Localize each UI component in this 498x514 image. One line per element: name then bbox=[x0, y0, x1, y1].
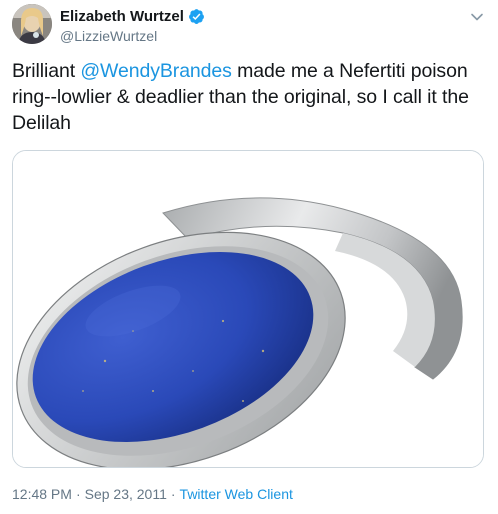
author-names: Elizabeth Wurtzel @LizzieWurtzel bbox=[60, 7, 205, 44]
tweet-time[interactable]: 12:48 PM bbox=[12, 486, 72, 502]
tweet-date[interactable]: Sep 23, 2011 bbox=[85, 486, 167, 502]
profile-avatar-icon bbox=[12, 4, 52, 44]
mention-link[interactable]: @WendyBrandes bbox=[80, 60, 232, 82]
display-name[interactable]: Elizabeth Wurtzel bbox=[60, 8, 184, 25]
display-name-row: Elizabeth Wurtzel bbox=[60, 7, 205, 25]
lapis-silver-ring-image bbox=[13, 151, 483, 467]
tweet: Elizabeth Wurtzel @LizzieWurtzel Brillia… bbox=[0, 0, 498, 514]
chevron-down-icon[interactable] bbox=[470, 10, 484, 24]
meta-separator: · bbox=[75, 486, 81, 502]
tweet-text: Brilliant @WendyBrandes made me a Nefert… bbox=[12, 58, 482, 136]
meta-separator: · bbox=[170, 486, 176, 502]
avatar[interactable] bbox=[12, 4, 52, 44]
user-handle[interactable]: @LizzieWurtzel bbox=[60, 28, 205, 44]
tweet-source-link[interactable]: Twitter Web Client bbox=[180, 486, 293, 502]
media-card[interactable] bbox=[12, 150, 484, 468]
tweet-text-before: Brilliant bbox=[12, 60, 81, 82]
verified-badge-icon bbox=[188, 8, 204, 24]
tweet-meta: 12:48 PM · Sep 23, 2011 · Twitter Web Cl… bbox=[12, 486, 293, 502]
